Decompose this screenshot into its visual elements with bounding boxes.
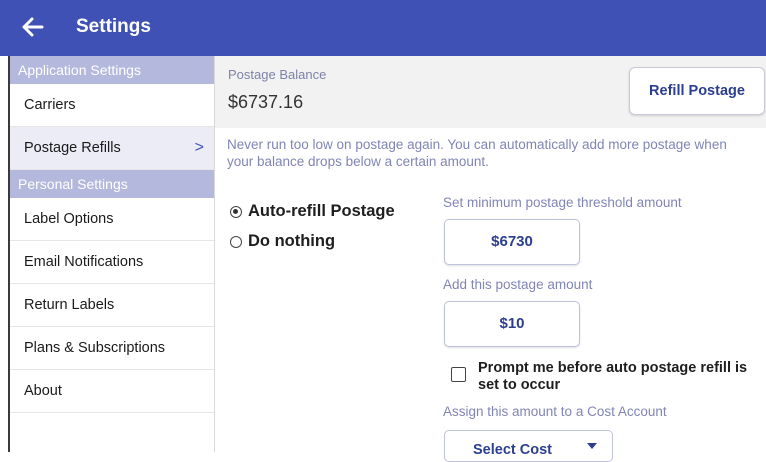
sidebar-item-label-options[interactable]: Label Options <box>10 198 214 241</box>
app-header: Settings <box>0 0 766 56</box>
sidebar-item-plans[interactable]: Plans & Subscriptions <box>10 327 214 370</box>
select-value: Select Cost <box>473 442 552 458</box>
chevron-right-icon: > <box>194 139 204 156</box>
sidebar-item-postage-refills[interactable]: Postage Refills > <box>10 127 214 170</box>
prompt-checkbox-label: Prompt me before auto postage refill is … <box>478 360 748 393</box>
radio-label: Auto-refill Postage <box>248 202 395 220</box>
sidebar: Application Settings Carriers Postage Re… <box>10 56 215 452</box>
sidebar-item-label: Label Options <box>24 211 114 227</box>
prompt-checkbox[interactable] <box>451 367 466 382</box>
sidebar-item-about[interactable]: About <box>10 370 214 413</box>
sidebar-item-label: Plans & Subscriptions <box>24 340 166 356</box>
sidebar-item-label: Return Labels <box>24 297 115 313</box>
arrow-left-icon <box>22 17 44 37</box>
auto-refill-radio[interactable]: Auto-refill Postage <box>230 202 395 221</box>
sidebar-item-label: Carriers <box>24 97 76 113</box>
back-button[interactable] <box>18 12 48 42</box>
add-amount-label: Add this postage amount <box>443 277 593 292</box>
threshold-label: Set minimum postage threshold amount <box>443 195 682 210</box>
threshold-amount-button[interactable]: $6730 <box>444 219 580 265</box>
balance-label: Postage Balance <box>228 67 327 82</box>
sidebar-item-label: About <box>24 383 62 399</box>
description-text: Never run too low on postage again. You … <box>227 137 727 169</box>
balance-value: $6737.16 <box>228 92 304 112</box>
sidebar-item-email-notifications[interactable]: Email Notifications <box>10 241 214 284</box>
refill-postage-button[interactable]: Refill Postage <box>629 67 765 115</box>
cost-account-select[interactable]: Select Cost <box>444 430 613 462</box>
radio-unselected-icon <box>230 235 242 248</box>
main-content: Postage Balance $6737.16 Refill Postage … <box>215 56 766 462</box>
add-amount-button[interactable]: $10 <box>444 301 580 347</box>
sidebar-item-label: Email Notifications <box>24 254 144 270</box>
page-title: Settings <box>76 16 151 37</box>
do-nothing-radio[interactable]: Do nothing <box>230 232 335 251</box>
sidebar-item-carriers[interactable]: Carriers <box>10 84 214 127</box>
section-header-personal: Personal Settings <box>10 170 214 198</box>
section-header-application: Application Settings <box>10 56 214 84</box>
balance-panel: Postage Balance $6737.16 Refill Postage <box>215 56 766 128</box>
sidebar-item-return-labels[interactable]: Return Labels <box>10 284 214 327</box>
caret-down-icon <box>587 443 597 449</box>
cost-account-label: Assign this amount to a Cost Account <box>443 404 667 419</box>
radio-selected-icon <box>230 205 242 218</box>
radio-label: Do nothing <box>248 232 336 250</box>
sidebar-item-label: Postage Refills <box>24 140 121 156</box>
window-edge <box>0 56 10 452</box>
